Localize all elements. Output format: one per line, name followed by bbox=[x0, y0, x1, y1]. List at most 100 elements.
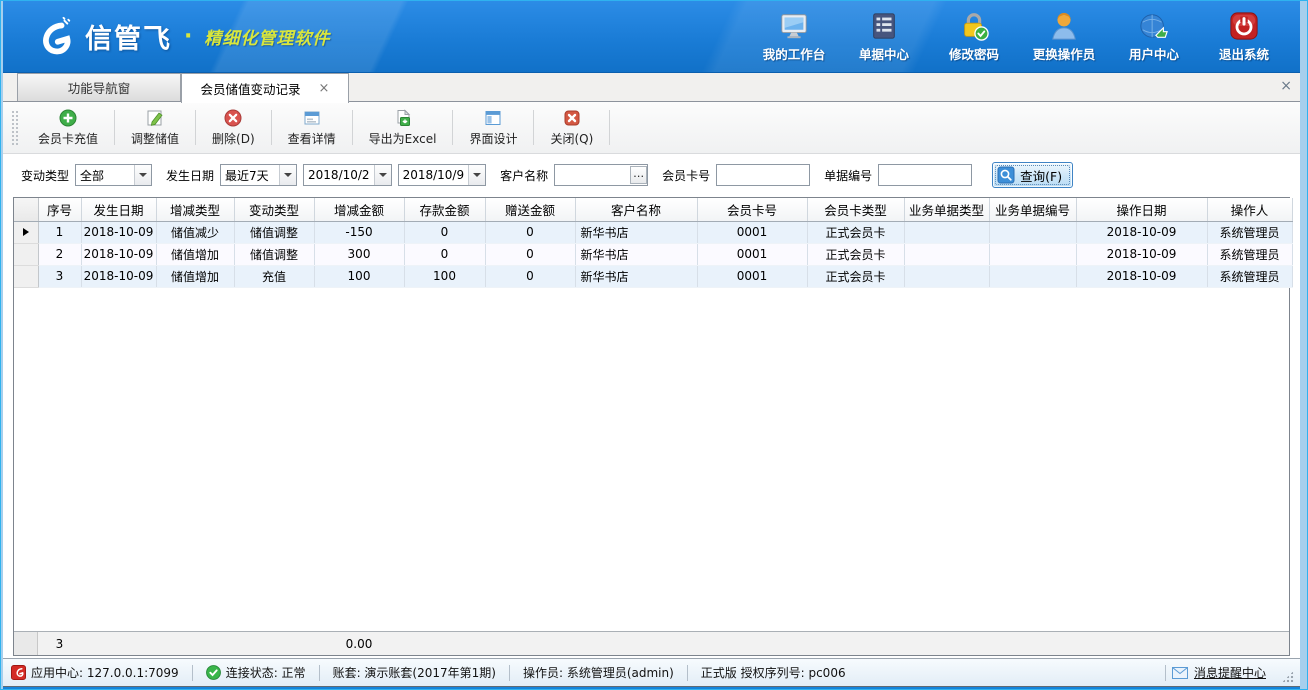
column-header[interactable]: 赠送金额 bbox=[485, 198, 575, 221]
card-no-input[interactable] bbox=[716, 164, 810, 186]
column-header[interactable]: 增减金额 bbox=[314, 198, 404, 221]
license-text: 正式版 授权序列号: pc006 bbox=[701, 664, 846, 681]
menu-switch-operator[interactable]: 更换操作员 bbox=[1032, 11, 1096, 63]
grid-cell bbox=[904, 265, 989, 287]
customer-input-wrap: … bbox=[554, 164, 648, 186]
ui-design-button[interactable]: 界面设计 bbox=[453, 102, 533, 153]
date-range-value: 最近7天 bbox=[221, 167, 279, 184]
customer-lookup-button[interactable]: … bbox=[630, 166, 647, 184]
content-panel: 会员卡充值 调整储值 删除(D) bbox=[3, 102, 1300, 658]
menu-change-password[interactable]: 修改密码 bbox=[942, 11, 1006, 63]
brand: 信管飞 · 精细化管理软件 bbox=[29, 14, 330, 60]
doc-no-label: 单据编号 bbox=[824, 167, 872, 184]
query-button[interactable]: 查询(F) bbox=[992, 162, 1073, 188]
table-row[interactable]: 3 2018-10-09 储值增加 充值 100 100 0 新华书店 0001… bbox=[14, 265, 1292, 287]
menu-label: 我的工作台 bbox=[763, 44, 826, 63]
column-header[interactable]: 业务单据编号 bbox=[989, 198, 1076, 221]
message-center-link[interactable]: 消息提醒中心 bbox=[1194, 664, 1266, 681]
column-header[interactable]: 存款金额 bbox=[404, 198, 485, 221]
date-range-select[interactable]: 最近7天 bbox=[220, 164, 297, 186]
menu-my-workbench[interactable]: 我的工作台 bbox=[762, 11, 826, 63]
card-no-label: 会员卡号 bbox=[662, 167, 710, 184]
grid-header-row: 序号 发生日期 增减类型 变动类型 增减金额 存款金额 赠送金额 客户名称 会员… bbox=[14, 198, 1292, 221]
tab-member-stored-value-record[interactable]: 会员储值变动记录 × bbox=[181, 73, 349, 103]
chevron-down-icon[interactable] bbox=[468, 165, 485, 185]
grid-cell bbox=[904, 243, 989, 265]
recharge-card-button[interactable]: 会员卡充值 bbox=[22, 102, 114, 153]
table-row[interactable]: 1 2018-10-09 储值减少 储值调整 -150 0 0 新华书店 000… bbox=[14, 221, 1292, 243]
chevron-down-icon[interactable] bbox=[374, 165, 391, 185]
grid-cell: 储值增加 bbox=[156, 243, 234, 265]
table-row[interactable]: 2 2018-10-09 储值增加 储值调整 300 0 0 新华书店 0001… bbox=[14, 243, 1292, 265]
tab-close-icon[interactable]: × bbox=[319, 82, 330, 95]
user-center-globe-icon bbox=[1139, 11, 1169, 41]
grid-cell: 2018-10-09 bbox=[81, 243, 156, 265]
date-from-picker[interactable]: 2018/10/2 bbox=[303, 164, 392, 186]
app-header: 信管飞 · 精细化管理软件 我的工作台 bbox=[3, 1, 1300, 73]
grid-cell: 储值调整 bbox=[234, 243, 314, 265]
grid-cell: -150 bbox=[314, 221, 404, 243]
menu-exit-system[interactable]: 退出系统 bbox=[1212, 11, 1276, 63]
column-header[interactable]: 操作日期 bbox=[1076, 198, 1207, 221]
add-plus-icon bbox=[59, 109, 77, 127]
change-type-label: 变动类型 bbox=[21, 167, 69, 184]
column-header[interactable]: 会员卡号 bbox=[697, 198, 807, 221]
grid-summary-row: 3 0.00 bbox=[14, 631, 1289, 655]
column-header[interactable]: 增减类型 bbox=[156, 198, 234, 221]
resize-grip[interactable] bbox=[1282, 671, 1294, 683]
column-header[interactable]: 会员卡类型 bbox=[807, 198, 904, 221]
workbench-monitor-icon bbox=[779, 11, 809, 41]
tab-label: 会员储值变动记录 bbox=[201, 79, 301, 98]
close-button[interactable]: 关闭(Q) bbox=[534, 102, 609, 153]
column-header[interactable]: 操作人 bbox=[1207, 198, 1292, 221]
column-header[interactable]: 发生日期 bbox=[81, 198, 156, 221]
row-selector-header bbox=[14, 198, 38, 221]
menu-document-center[interactable]: 单据中心 bbox=[852, 11, 916, 63]
view-detail-button[interactable]: 查看详情 bbox=[272, 102, 352, 153]
toolbar-label: 调整储值 bbox=[131, 130, 179, 147]
row-selector-cell[interactable] bbox=[14, 221, 38, 243]
records-grid: 序号 发生日期 增减类型 变动类型 增减金额 存款金额 赠送金额 客户名称 会员… bbox=[13, 197, 1290, 656]
column-header[interactable]: 序号 bbox=[38, 198, 81, 221]
menu-label: 单据中心 bbox=[859, 44, 909, 63]
toolbar-label: 导出为Excel bbox=[369, 130, 437, 147]
column-header[interactable]: 业务单据类型 bbox=[904, 198, 989, 221]
connection-text: 连接状态: 正常 bbox=[226, 664, 306, 681]
chevron-down-icon[interactable] bbox=[134, 165, 151, 185]
row-selector-cell[interactable] bbox=[14, 265, 38, 287]
export-excel-icon bbox=[394, 109, 412, 127]
grid-cell: 2018-10-09 bbox=[81, 221, 156, 243]
grid-cell: 2 bbox=[38, 243, 81, 265]
date-to-picker[interactable]: 2018/10/9 bbox=[398, 164, 487, 186]
doc-no-input[interactable] bbox=[878, 164, 972, 186]
delete-cross-icon bbox=[224, 109, 242, 127]
grid-cell: 100 bbox=[314, 265, 404, 287]
window-bottom-border bbox=[3, 686, 1300, 690]
grid-cell: 0 bbox=[404, 221, 485, 243]
toolbar: 会员卡充值 调整储值 删除(D) bbox=[3, 102, 1300, 154]
tab-function-nav[interactable]: 功能导航窗 bbox=[17, 73, 181, 101]
export-excel-button[interactable]: 导出为Excel bbox=[353, 102, 453, 153]
grid-cell: 0 bbox=[485, 221, 575, 243]
app-center-text: 应用中心: 127.0.0.1:7099 bbox=[31, 664, 179, 681]
toolbar-grip-handle[interactable] bbox=[11, 110, 18, 145]
column-header[interactable]: 客户名称 bbox=[575, 198, 697, 221]
grid-cell: 新华书店 bbox=[575, 265, 697, 287]
edit-pencil-icon bbox=[146, 109, 164, 127]
tabbar-close-icon[interactable]: × bbox=[1280, 78, 1292, 94]
toolbar-label: 删除(D) bbox=[212, 130, 255, 147]
chevron-down-icon[interactable] bbox=[279, 165, 296, 185]
operator-text: 操作员: 系统管理员(admin) bbox=[523, 664, 674, 681]
adjust-stored-value-button[interactable]: 调整储值 bbox=[115, 102, 195, 153]
switch-operator-icon bbox=[1049, 11, 1079, 41]
change-type-select[interactable]: 全部 bbox=[75, 164, 152, 186]
app-center-status: 应用中心: 127.0.0.1:7099 bbox=[11, 664, 192, 681]
toolbar-label: 界面设计 bbox=[469, 130, 517, 147]
delete-button[interactable]: 删除(D) bbox=[196, 102, 271, 153]
account-set-text: 账套: 演示账套(2017年第1期) bbox=[333, 664, 496, 681]
column-header[interactable]: 变动类型 bbox=[234, 198, 314, 221]
row-selector-cell[interactable] bbox=[14, 243, 38, 265]
menu-user-center[interactable]: 用户中心 bbox=[1122, 11, 1186, 63]
grid-cell: 0 bbox=[404, 243, 485, 265]
grid-cell: 0001 bbox=[697, 221, 807, 243]
